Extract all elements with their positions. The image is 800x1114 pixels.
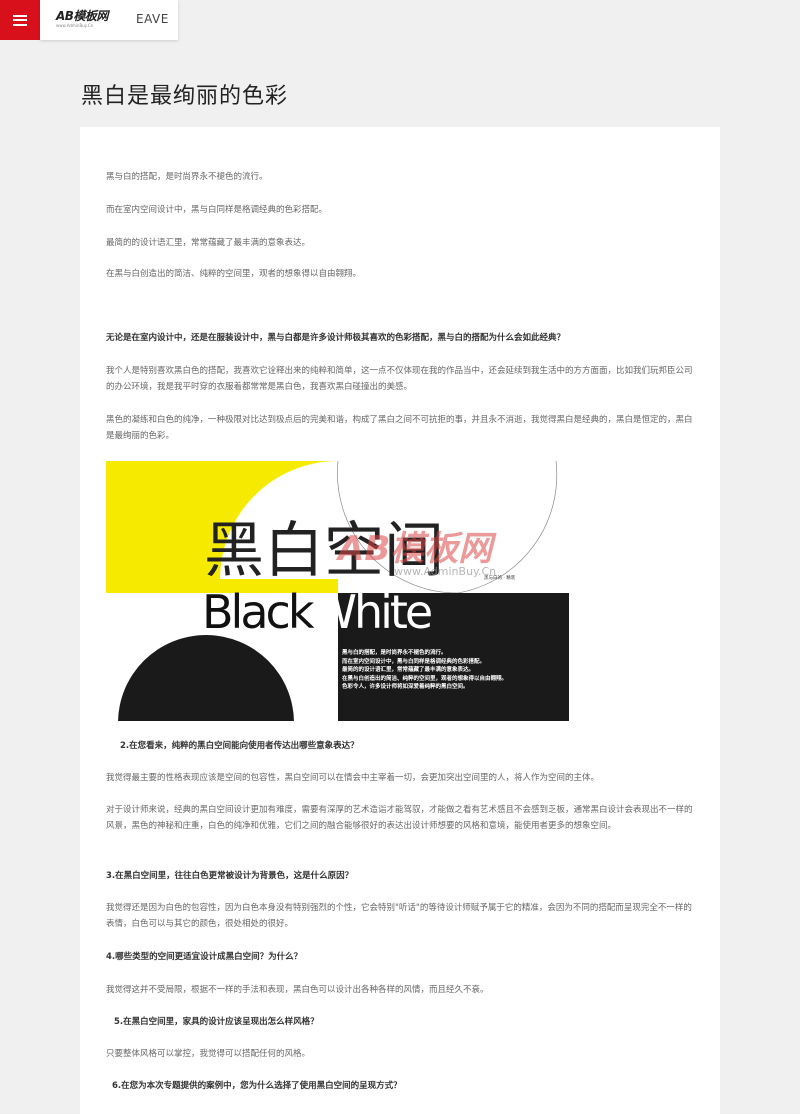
question-heading: 6.在您为本次专题提供的案例中，您为什么选择了使用黑白空间的呈现方式？ [112,1081,402,1091]
intro-paragraph: 在黑与白创造出的简洁、纯粹的空间里，观者的想象得以自由翱翔。 [106,269,362,279]
question-heading: 5.在黑白空间里，家具的设计应该呈现出怎么样风格？ [114,1017,319,1027]
watermark-url: www.AdminBuy.Cn [394,565,497,578]
article-card: 黑与白的搭配，是时尚界永不褪色的流行。 而在室内空间设计中，黑与白同样是格调经典… [80,127,720,1114]
site-logo[interactable]: AB模板网 www.AdminBuy.Cn [56,9,112,31]
brand-area: AB模板网 www.AdminBuy.Cn EAVE [40,0,178,40]
poster-line: 最简的的设计语汇里，常常蕴藏了最丰满的意象表达。 [342,667,475,674]
answer-paragraph: 黑色的凝练和白色的纯净，一种极限对比达到极点后的完美和谐，构成了黑白之间不可抗拒… [106,415,693,441]
answer-paragraph: 我个人是特别喜欢黑白色的搭配，我喜欢它诠释出来的纯粹和简单，这一点不仅体现在我的… [106,366,693,392]
top-bar: AB模板网 www.AdminBuy.Cn EAVE [0,0,800,40]
answer-paragraph: 我觉得最主要的性格表现应该是空间的包容性，黑白空间可以在情会中主宰着一切，会更加… [106,773,600,783]
intro-paragraph: 黑与白的搭配，是时尚界永不褪色的流行。 [106,172,268,182]
poster-word-black: Black [202,585,314,639]
nav-item-eave[interactable]: EAVE [136,12,169,26]
question-heading: 2.在您看来，纯粹的黑白空间能向使用者传达出哪些意象表达？ [120,741,359,751]
answer-paragraph: 只要整体风格可以掌控，我觉得可以搭配任何的风格。 [106,1049,311,1059]
logo-subtext: www.AdminBuy.Cn [56,23,94,28]
menu-button[interactable] [0,0,40,40]
black-white-poster-image: 黑白空间 黑与白的 · 精装 BlackWhite 黑与白的搭配，是时尚界永不褪… [106,461,569,721]
page-title: 黑白是最绚丽的色彩 [81,84,289,109]
answer-paragraph: 我觉得这并不受局限，根据不一样的手法和表现，黑白色可以设计出各种各样的风情，而且… [106,985,489,995]
poster-line: 而在室内空间设计中，黑与白同样是格调经典的色彩搭配。 [342,658,486,665]
poster-word-white: White [311,585,433,639]
question-heading: 3.在黑白空间里，往往白色更常被设计为背景色，这是什么原因？ [106,871,354,881]
intro-paragraph: 最简的的设计语汇里，常常蕴藏了最丰满的意象表达。 [106,238,311,248]
logo-text: AB模板网 [56,9,108,23]
question-heading: 4.哪些类型的空间更适宜设计成黑白空间？为什么？ [106,952,303,962]
hamburger-icon [13,14,27,26]
answer-paragraph: 对于设计师来说，经典的黑白空间设计更加有难度，需要有深厚的艺术造诣才能驾驭，才能… [106,805,693,831]
poster-line: 在黑与白创造出的简洁、纯粹的空间里，观者的想象得以自由翱翔。 [342,675,508,682]
question-heading: 无论是在室内设计中，还是在服装设计中，黑与白都是许多设计师极其喜欢的色彩搭配，黑… [106,333,566,343]
watermark-logo: AB模板网 [338,529,493,569]
poster-body-text: 黑与白的搭配，是时尚界永不褪色的流行。 而在室内空间设计中，黑与白同样是格调经典… [342,649,567,692]
poster-line: 黑与白的搭配，是时尚界永不褪色的流行。 [342,650,447,656]
poster-english-title: BlackWhite [202,585,433,639]
answer-paragraph: 我觉得还是因为白色的包容性，因为白色本身没有特别强烈的个性，它会特别"听话"的等… [106,903,692,929]
poster-line: 色彩令人，许多设计师将如深爱着纯粹的黑白空间。 [342,684,469,691]
intro-paragraph: 而在室内空间设计中，黑与白同样是格调经典的色彩搭配。 [106,205,328,215]
